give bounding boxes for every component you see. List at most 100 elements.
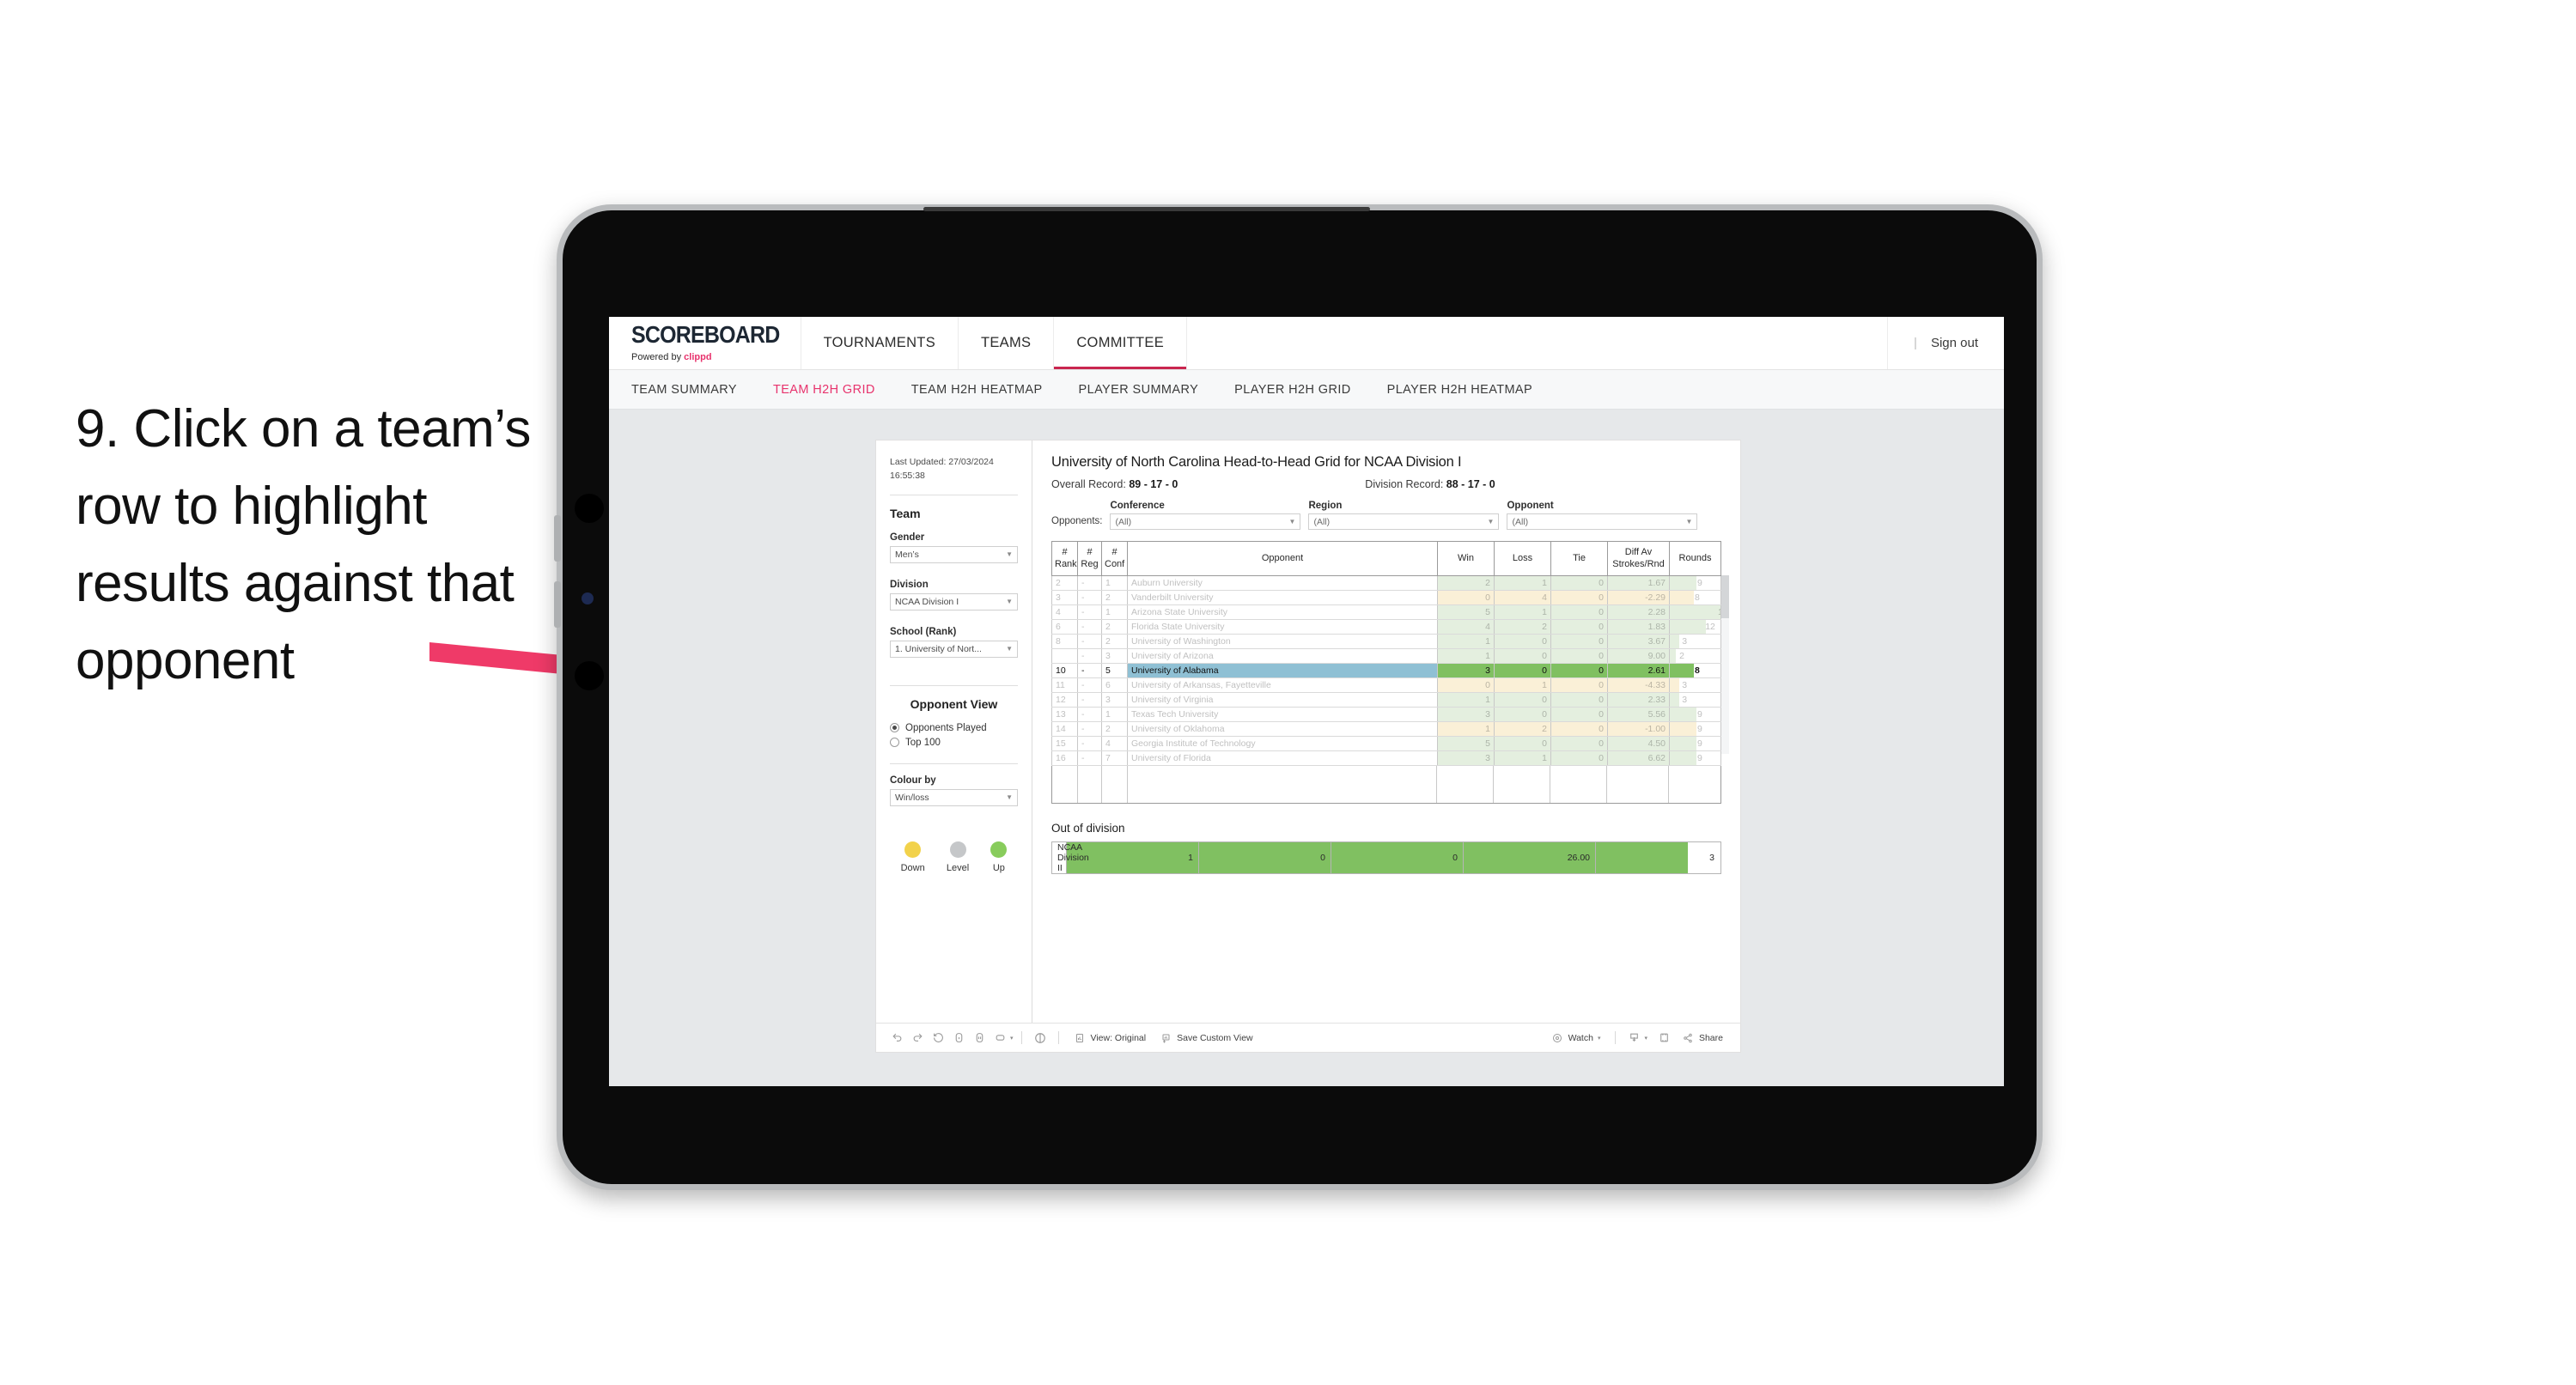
chevron-down-icon[interactable]: ▾ — [1010, 1035, 1014, 1042]
toolbar-divider-3 — [1615, 1031, 1617, 1044]
region-label: Region — [1308, 501, 1343, 511]
cell-conf: 6 — [1101, 677, 1128, 693]
cell-rank: 8 — [1051, 634, 1078, 649]
region-select[interactable]: (All) ▼ — [1308, 513, 1500, 530]
table-row[interactable]: 2-1 Auburn University 2 1 0 1.67 9 — [1051, 575, 1721, 591]
cell-reg: - — [1077, 663, 1102, 678]
cell-win: 3 — [1437, 663, 1495, 678]
out-of-division-table: NCAA Division II 1 0 0 26.00 3 — [1051, 841, 1721, 874]
redo-icon[interactable] — [907, 1028, 928, 1048]
table-row[interactable]: 3-2 Vanderbilt University 0 4 0 -2.29 8 — [1051, 590, 1721, 605]
chevron-down-icon: ▼ — [1487, 518, 1495, 525]
last-updated-text: Last Updated: 27/03/2024 16:55:38 — [890, 457, 994, 481]
division-select[interactable]: NCAA Division I ▼ — [890, 592, 1018, 610]
cell-rank: 13 — [1051, 707, 1078, 722]
colour-by-label: Colour by — [890, 775, 936, 786]
table-row[interactable]: 14-2 University of Oklahoma 1 2 0 -1.00 9 — [1051, 721, 1721, 737]
revert-icon[interactable] — [928, 1028, 948, 1048]
tab-player-h2h-heatmap[interactable]: PLAYER H2H HEATMAP — [1387, 383, 1532, 397]
team-section-heading: Team — [890, 506, 921, 520]
pad-cell — [1128, 766, 1437, 803]
colour-legend: Down Level Up — [890, 841, 1018, 873]
volume-up-button[interactable] — [554, 515, 561, 562]
share-button[interactable]: Share — [1675, 1028, 1730, 1048]
col-rank-line1: # — [1062, 546, 1068, 557]
legend-label-level: Level — [946, 862, 970, 873]
tab-team-h2h-grid[interactable]: TEAM H2H GRID — [773, 383, 875, 397]
cell-diff: -2.29 — [1607, 590, 1670, 605]
refresh-icon[interactable] — [948, 1028, 969, 1048]
cell-reg: - — [1077, 707, 1102, 722]
ood-diff-cell: 26.00 — [1463, 841, 1596, 874]
pause-auto-update-icon[interactable] — [969, 1028, 990, 1048]
pad-cell — [1669, 766, 1720, 803]
save-custom-view-button[interactable]: Save Custom View — [1153, 1028, 1260, 1048]
cell-rank: 15 — [1051, 736, 1078, 751]
cell-tie: 0 — [1550, 736, 1608, 751]
tab-player-h2h-grid[interactable]: PLAYER H2H GRID — [1234, 383, 1350, 397]
chevron-down-icon[interactable]: ▾ — [1644, 1035, 1647, 1042]
table-row[interactable]: 15-4 Georgia Institute of Technology 5 0 0 4.… — [1051, 736, 1721, 751]
table-row[interactable]: 10-5 University of Alabama 3 0 0 2.61 8 — [1051, 663, 1721, 678]
watch-button[interactable]: Watch ▾ — [1544, 1028, 1608, 1048]
rounds-value: 3 — [1682, 680, 1688, 690]
radio-unselected-icon — [890, 738, 899, 747]
cell-opponent: University of Florida — [1127, 750, 1438, 766]
nav-item-teams[interactable]: TEAMS — [959, 317, 1055, 369]
undo-icon[interactable] — [886, 1028, 907, 1048]
download-icon[interactable] — [1623, 1028, 1644, 1048]
colour-by-value: Win/loss — [895, 792, 929, 803]
tab-team-h2h-heatmap[interactable]: TEAM H2H HEATMAP — [911, 383, 1043, 397]
tablet-screen: SCOREBOARD Powered by clippd TOURNAMENTS… — [609, 317, 2004, 1086]
gender-label: Gender — [890, 532, 925, 543]
conference-select[interactable]: (All) ▼ — [1110, 513, 1301, 530]
cell-opponent: University of Arkansas, Fayetteville — [1127, 677, 1438, 693]
main-content: University of North Carolina Head-to-Hea… — [1032, 440, 1740, 1023]
legend-item-up: Up — [990, 841, 1008, 873]
gender-select[interactable]: Men’s ▼ — [890, 545, 1018, 563]
table-row[interactable]: 8-2 University of Washington 1 0 0 3.67 3 — [1051, 634, 1721, 649]
volume-down-button[interactable] — [554, 581, 561, 628]
grid-vertical-scrollbar[interactable] — [1721, 575, 1729, 754]
nav-item-committee[interactable]: COMMITTEE — [1054, 317, 1188, 369]
table-row[interactable]: -3 University of Arizona 1 0 0 9.00 2 — [1051, 648, 1721, 664]
radio-opponents-played[interactable]: Opponents Played — [890, 723, 1018, 733]
col-reg: # Reg — [1077, 541, 1102, 576]
opponent-select[interactable]: (All) ▼ — [1507, 513, 1698, 530]
school-rank-select[interactable]: 1. University of Nort... ▼ — [890, 640, 1018, 658]
col-rank: # Rank — [1051, 541, 1078, 576]
cell-rounds: 9 — [1669, 575, 1721, 591]
cell-tie: 0 — [1550, 677, 1608, 693]
view-original-button[interactable]: View: Original — [1067, 1028, 1154, 1048]
pause-icon[interactable] — [1030, 1028, 1050, 1048]
scrollbar-thumb[interactable] — [1721, 575, 1729, 618]
radio-top-100[interactable]: Top 100 — [890, 738, 1018, 748]
tab-team-summary[interactable]: TEAM SUMMARY — [631, 383, 737, 397]
fullscreen-icon[interactable] — [1654, 1028, 1675, 1048]
table-row[interactable]: 16-7 University of Florida 3 1 0 6.62 9 — [1051, 750, 1721, 766]
col-win: Win — [1437, 541, 1495, 576]
cell-reg: - — [1077, 750, 1102, 766]
table-row[interactable]: 12-3 University of Virginia 1 0 0 2.33 3 — [1051, 692, 1721, 708]
h2h-grid-wrapper: # Rank # Reg # Conf Opponent Win Loss Ti… — [1051, 541, 1729, 804]
filter-region: Region (All) ▼ — [1308, 501, 1500, 530]
table-row[interactable]: 4-1Arizona State University5102.2817 — [1051, 604, 1721, 620]
table-row[interactable]: 11-6 University of Arkansas, Fayetteville… — [1051, 677, 1721, 693]
filters-sidebar: Last Updated: 27/03/2024 16:55:38 Team G… — [876, 440, 1032, 1023]
table-row[interactable]: 6-2 Florida State University 4 2 0 1.83 12 — [1051, 619, 1721, 635]
col-conf: # Conf — [1101, 541, 1128, 576]
brand-logo[interactable]: SCOREBOARD Powered by clippd — [609, 317, 801, 369]
col-tie: Tie — [1550, 541, 1608, 576]
sign-out-link[interactable]: Sign out — [1931, 336, 1978, 350]
data-source-icon[interactable] — [990, 1028, 1010, 1048]
colour-by-select[interactable]: Win/loss ▼ — [890, 788, 1018, 806]
out-of-division-row[interactable]: NCAA Division II 1 0 0 26.00 3 — [1051, 841, 1721, 874]
cell-conf: 5 — [1101, 663, 1128, 678]
cell-reg: - — [1077, 634, 1102, 649]
table-row[interactable]: 13-1 Texas Tech University 3 0 0 5.56 9 — [1051, 707, 1721, 722]
nav-spacer — [1187, 317, 1889, 369]
cell-conf: 3 — [1101, 692, 1128, 708]
nav-item-tournaments[interactable]: TOURNAMENTS — [801, 317, 959, 369]
ood-tie-cell: 0 — [1331, 841, 1464, 874]
tab-player-summary[interactable]: PLAYER SUMMARY — [1079, 383, 1199, 397]
